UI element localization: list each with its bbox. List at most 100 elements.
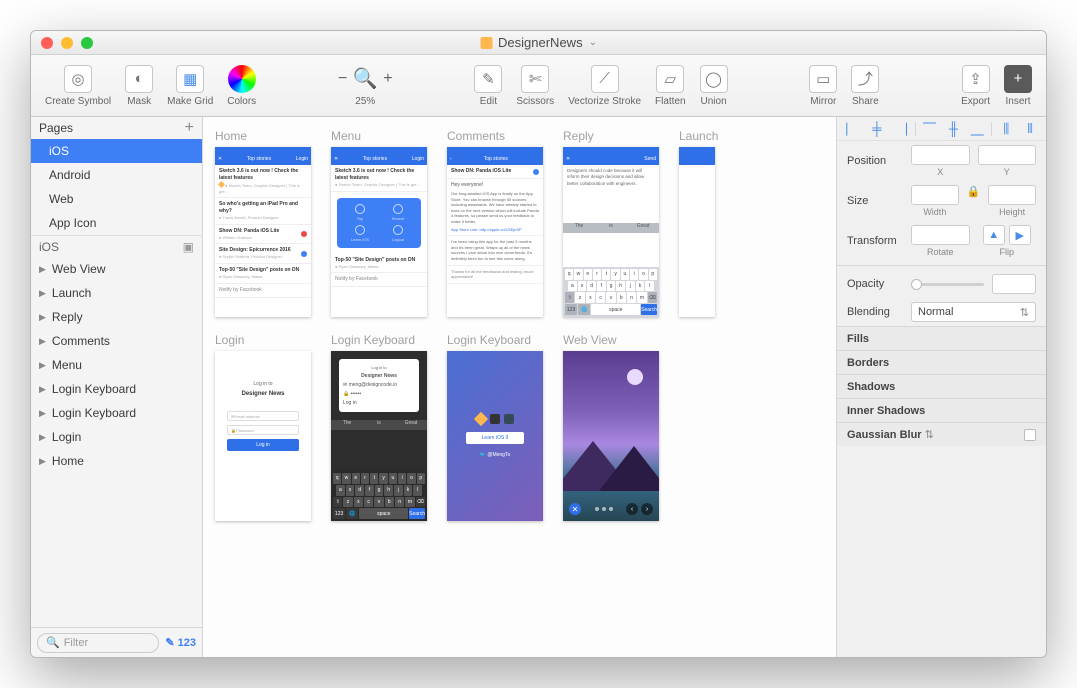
selection-count[interactable]: ✎ 123 — [165, 636, 196, 649]
disclosure-triangle-icon[interactable]: ▶ — [39, 456, 46, 467]
magnifier-icon[interactable]: 🔍 — [351, 65, 379, 93]
zoom-out-button[interactable]: − — [338, 70, 347, 88]
align-top-button[interactable]: ⎺ — [920, 121, 940, 137]
artboard-login-keyboard-1[interactable]: Login Keyboard Log in to Designer News ✉… — [331, 333, 427, 521]
artboard-comments[interactable]: Comments ‹Top stories Show DN: Panda iOS… — [447, 129, 543, 317]
borders-section[interactable]: Borders — [837, 350, 1046, 374]
lock-icon[interactable]: 🔒 — [967, 185, 981, 217]
flip-h-button[interactable]: ▲ — [983, 225, 1005, 245]
layers-sidebar: Pages + iOS Android Web App Icon iOS ▣ ▶… — [31, 117, 203, 657]
layer-login-keyboard-2[interactable]: ▶Login Keyboard — [31, 401, 202, 425]
canvas[interactable]: Home ✕Top storiesLogin Sketch 3.6 is out… — [203, 117, 836, 657]
chevron-down-icon: ⌄ — [589, 37, 597, 48]
layer-web-view[interactable]: ▶Web View — [31, 257, 202, 281]
colors-button[interactable]: Colors — [227, 65, 256, 107]
size-label: Size — [847, 195, 903, 207]
inner-shadows-section[interactable]: Inner Shadows — [837, 398, 1046, 422]
mask-button[interactable]: ◐Mask — [125, 65, 153, 107]
add-page-button[interactable]: + — [185, 119, 194, 137]
filter-input[interactable]: 🔍 Filter — [37, 633, 159, 653]
chevron-updown-icon: ⇅ — [925, 429, 934, 441]
flatten-button[interactable]: ▱Flatten — [655, 65, 686, 107]
share-button[interactable]: ⤴Share — [851, 65, 879, 107]
page-item-app-icon[interactable]: App Icon — [31, 211, 202, 235]
layer-reply[interactable]: ▶Reply — [31, 305, 202, 329]
width-input[interactable] — [911, 185, 959, 205]
disclosure-triangle-icon[interactable]: ▶ — [39, 312, 46, 323]
sidebar-footer: 🔍 Filter ✎ 123 — [31, 627, 202, 657]
align-middle-button[interactable]: ╫ — [944, 121, 964, 136]
opacity-slider[interactable] — [911, 283, 984, 286]
zoom-window-button[interactable] — [81, 37, 93, 49]
opacity-label: Opacity — [847, 278, 903, 290]
distribute-h-button[interactable]: ⫼ — [996, 121, 1016, 137]
titlebar: DesignerNews ⌄ — [31, 31, 1046, 55]
gaussian-blur-section[interactable]: Gaussian Blur ⇅ — [837, 422, 1046, 446]
document-icon — [480, 37, 492, 49]
content: Pages + iOS Android Web App Icon iOS ▣ ▶… — [31, 117, 1046, 657]
artboard-home[interactable]: Home ✕Top storiesLogin Sketch 3.6 is out… — [215, 129, 311, 317]
opacity-input[interactable] — [992, 274, 1036, 294]
layer-section-header: iOS ▣ — [31, 235, 202, 257]
layer-launch[interactable]: ▶Launch — [31, 281, 202, 305]
flip-v-button[interactable]: ▶ — [1009, 225, 1031, 245]
vectorize-button[interactable]: ⟋Vectorize Stroke — [568, 65, 641, 107]
fills-section[interactable]: Fills — [837, 326, 1046, 350]
shadows-section[interactable]: Shadows — [837, 374, 1046, 398]
page-item-android[interactable]: Android — [31, 163, 202, 187]
align-right-button[interactable]: ⎹ — [891, 121, 911, 137]
artboard-launch[interactable]: Launch — [679, 129, 718, 317]
artboard-web-view[interactable]: Web View ✕ ‹› — [563, 333, 659, 521]
layer-menu[interactable]: ▶Menu — [31, 353, 202, 377]
disclosure-triangle-icon[interactable]: ▶ — [39, 264, 46, 275]
edit-button[interactable]: ✎Edit — [474, 65, 502, 107]
minimize-window-button[interactable] — [61, 37, 73, 49]
layer-comments[interactable]: ▶Comments — [31, 329, 202, 353]
disclosure-triangle-icon[interactable]: ▶ — [39, 384, 46, 395]
layer-login-keyboard-1[interactable]: ▶Login Keyboard — [31, 377, 202, 401]
pencil-icon: ✎ — [165, 636, 174, 649]
artboard-login[interactable]: Login Log in to Designer News ✉ Email ad… — [215, 333, 311, 521]
close-window-button[interactable] — [41, 37, 53, 49]
disclosure-triangle-icon[interactable]: ▶ — [39, 360, 46, 371]
window-title[interactable]: DesignerNews ⌄ — [480, 35, 597, 50]
zoom-level: 25% — [355, 96, 375, 107]
align-bottom-button[interactable]: ⎽ — [967, 121, 987, 137]
search-icon: 🔍 — [46, 636, 60, 649]
alignment-controls: ⎸ ╪ ⎹ ⎺ ╫ ⎽ ⫼ ⫴ — [837, 117, 1046, 141]
blur-checkbox[interactable] — [1024, 429, 1036, 441]
position-x-input[interactable] — [911, 145, 970, 165]
page-item-ios[interactable]: iOS — [31, 139, 202, 163]
layer-home[interactable]: ▶Home — [31, 449, 202, 473]
zoom-in-button[interactable]: + — [383, 70, 392, 88]
create-symbol-button[interactable]: ◎Create Symbol — [45, 65, 111, 107]
mirror-button[interactable]: ▭Mirror — [809, 65, 837, 107]
position-y-input[interactable] — [978, 145, 1037, 165]
make-grid-button[interactable]: ▦Make Grid — [167, 65, 213, 107]
transform-label: Transform — [847, 235, 903, 247]
disclosure-triangle-icon[interactable]: ▶ — [39, 432, 46, 443]
chevron-updown-icon: ⇅ — [1020, 306, 1029, 319]
artboard-login-keyboard-2[interactable]: Login Keyboard Learn iOS 9 🐦 @MengTo — [447, 333, 543, 521]
disclosure-triangle-icon[interactable]: ▶ — [39, 336, 46, 347]
distribute-v-button[interactable]: ⫴ — [1020, 121, 1040, 137]
close-icon: ✕ — [569, 503, 581, 515]
position-label: Position — [847, 155, 903, 167]
artboard-menu[interactable]: Menu ✕Top storiesLogin Sketch 3.6 is out… — [331, 129, 427, 317]
align-left-button[interactable]: ⎸ — [843, 121, 863, 137]
insert-button[interactable]: +Insert — [1004, 65, 1032, 107]
page-item-web[interactable]: Web — [31, 187, 202, 211]
union-button[interactable]: ◯Union — [700, 65, 728, 107]
zoom-control: − 🔍 + 25% — [338, 65, 393, 107]
disclosure-triangle-icon[interactable]: ▶ — [39, 288, 46, 299]
toolbar: ◎Create Symbol ◐Mask ▦Make Grid Colors −… — [31, 55, 1046, 117]
disclosure-triangle-icon[interactable]: ▶ — [39, 408, 46, 419]
blending-select[interactable]: Normal⇅ — [911, 302, 1036, 322]
scissors-button[interactable]: ✄Scissors — [516, 65, 554, 107]
artboard-reply[interactable]: Reply ✕Send Designers should code becaus… — [563, 129, 659, 317]
height-input[interactable] — [988, 185, 1036, 205]
rotate-input[interactable] — [911, 225, 970, 245]
export-button[interactable]: ⇪Export — [961, 65, 990, 107]
align-center-button[interactable]: ╪ — [867, 121, 887, 136]
layer-login[interactable]: ▶Login — [31, 425, 202, 449]
